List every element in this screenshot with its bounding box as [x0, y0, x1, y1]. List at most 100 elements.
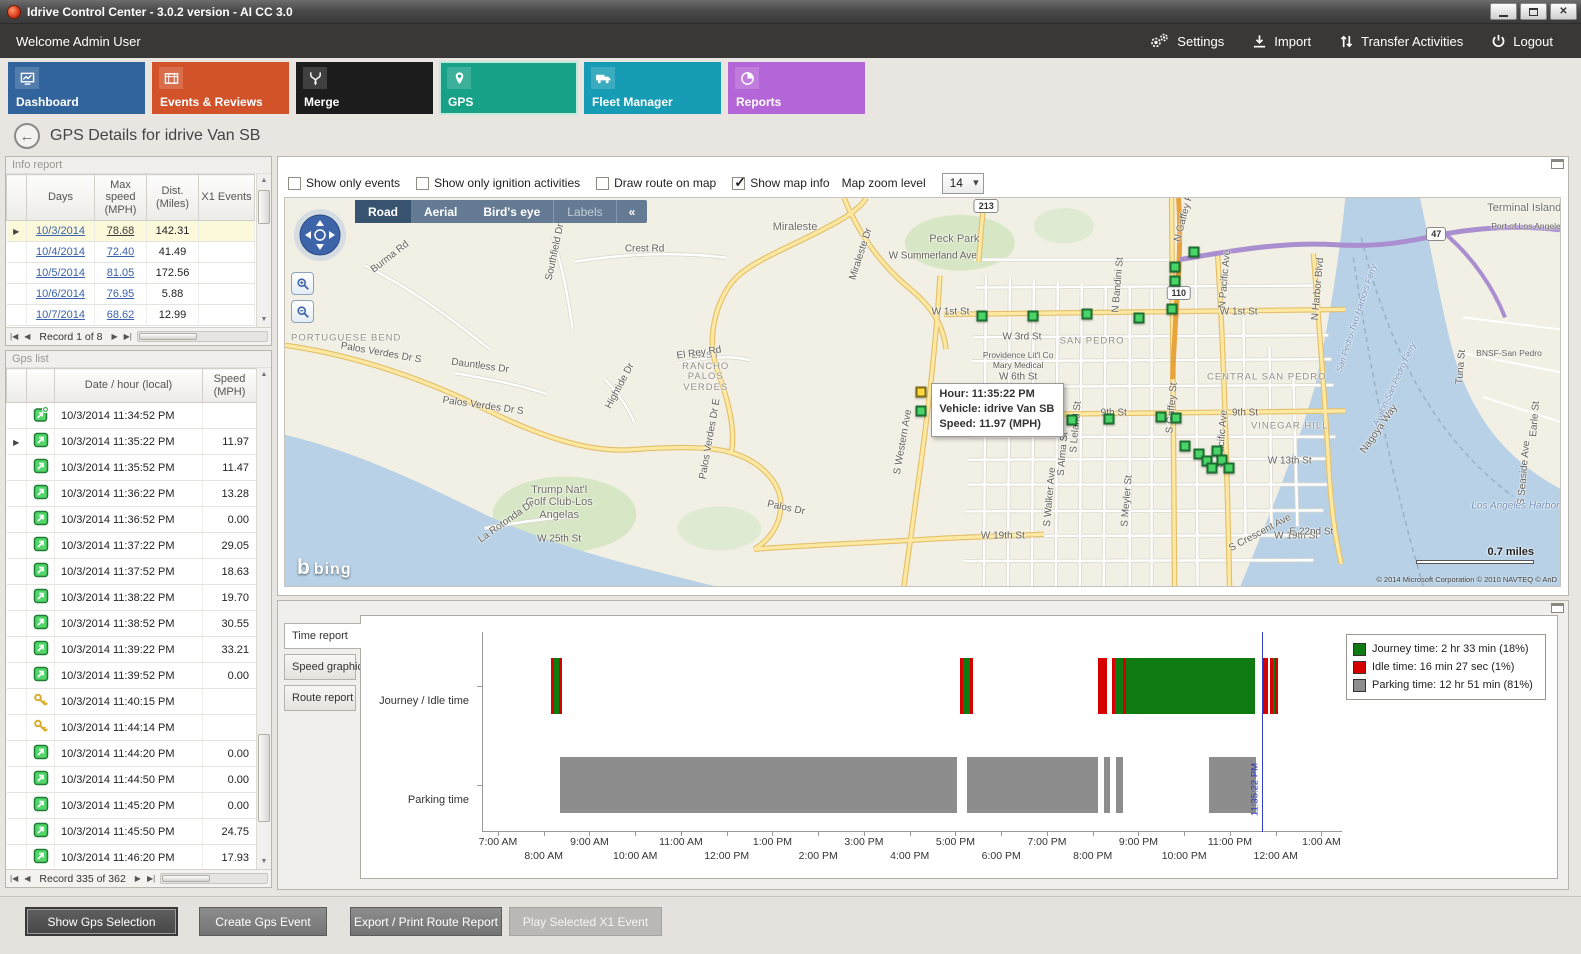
- checkbox-show-only-ignition-activities[interactable]: Show only ignition activities: [416, 176, 580, 190]
- table-row[interactable]: 10/5/201481.05172.56: [7, 263, 255, 284]
- pager-prev-button[interactable]: [23, 874, 31, 883]
- create-gps-event-button[interactable]: Create Gps Event: [199, 907, 327, 936]
- tab-speed-graphic[interactable]: Speed graphic: [284, 654, 356, 680]
- pager-first-button[interactable]: [9, 332, 19, 341]
- scroll-up-icon[interactable]: [257, 174, 271, 188]
- minimize-button[interactable]: [1490, 3, 1517, 20]
- table-row[interactable]: 10/3/2014 11:45:50 PM24.75: [7, 819, 257, 845]
- settings-button[interactable]: Settings: [1148, 32, 1224, 50]
- map-compass-control[interactable]: [293, 208, 347, 267]
- close-button[interactable]: [1550, 3, 1577, 20]
- gps-marker[interactable]: [1103, 413, 1114, 424]
- scroll-down-icon[interactable]: [257, 313, 271, 327]
- column-header-x1-events[interactable]: X1 Events: [199, 175, 255, 221]
- pager-first-button[interactable]: [9, 874, 19, 883]
- table-row[interactable]: 10/3/2014 11:39:52 PM0.00: [7, 663, 257, 689]
- gps-marker[interactable]: [1180, 440, 1191, 451]
- column-header-speed-mph[interactable]: Speed (MPH): [203, 369, 257, 403]
- gps-marker[interactable]: [1155, 411, 1166, 422]
- gps-marker[interactable]: [1081, 309, 1092, 320]
- logout-button[interactable]: Logout: [1491, 34, 1553, 49]
- gps-marker[interactable]: [1189, 246, 1200, 257]
- table-row[interactable]: 10/3/2014 11:37:52 PM18.63: [7, 559, 257, 585]
- table-row[interactable]: 10/7/201468.6212.99: [7, 305, 255, 326]
- maximize-button[interactable]: [1520, 3, 1547, 20]
- table-row[interactable]: 10/3/201478.68142.31: [7, 221, 255, 242]
- gps-marker[interactable]: [1223, 463, 1234, 474]
- gps-marker-selected[interactable]: [916, 387, 927, 398]
- table-row[interactable]: 10/3/2014 11:44:20 PM0.00: [7, 741, 257, 767]
- table-row[interactable]: 10/3/2014 11:38:22 PM19.70: [7, 585, 257, 611]
- table-row[interactable]: 10/3/2014 11:36:52 PM0.00: [7, 507, 257, 533]
- table-row[interactable]: 10/3/2014 11:35:52 PM11.47: [7, 455, 257, 481]
- export-print-route-report-button[interactable]: Export / Print Route Report: [350, 907, 502, 936]
- table-row[interactable]: 10/3/2014 11:44:50 PM0.00: [7, 767, 257, 793]
- max-speed-link[interactable]: 68.62: [107, 309, 135, 321]
- map-zoom-select[interactable]: 14: [942, 173, 984, 194]
- map-tabs-collapse-button[interactable]: «: [616, 200, 648, 223]
- scroll-down-icon[interactable]: [257, 855, 271, 869]
- table-row[interactable]: 10/4/201472.4041.49: [7, 242, 255, 263]
- checkbox-show-map-info[interactable]: Show map info: [732, 176, 829, 190]
- table-row[interactable]: 10/3/2014 11:38:52 PM30.55: [7, 611, 257, 637]
- gps-marker[interactable]: [916, 406, 927, 417]
- scrollbar-thumb[interactable]: [139, 333, 197, 340]
- table-row[interactable]: 10/3/2014 11:37:22 PM29.05: [7, 533, 257, 559]
- pager-prev-button[interactable]: [23, 332, 31, 341]
- map-zoom-out-button[interactable]: [291, 300, 314, 323]
- scrollbar-thumb[interactable]: [258, 734, 270, 822]
- table-row[interactable]: 10/3/2014 11:45:20 PM0.00: [7, 793, 257, 819]
- checkbox-draw-route-on-map[interactable]: Draw route on map: [596, 176, 716, 190]
- map-canvas[interactable]: MiralestePeck ParkW Summerland AveCrest …: [284, 197, 1561, 587]
- max-speed-link[interactable]: 78.68: [107, 225, 135, 237]
- column-header-dist-miles[interactable]: Dist. (Miles): [147, 175, 199, 221]
- day-link[interactable]: 10/6/2014: [36, 288, 85, 300]
- map-tab-road[interactable]: Road: [355, 200, 411, 223]
- max-speed-link[interactable]: 81.05: [107, 267, 135, 279]
- nav-tile-reports[interactable]: Reports: [728, 62, 865, 114]
- table-row[interactable]: 10/3/2014 11:46:20 PM17.93: [7, 845, 257, 871]
- table-row[interactable]: 10/6/201476.955.88: [7, 284, 255, 305]
- transfer-button[interactable]: Transfer Activities: [1339, 34, 1463, 49]
- gps-marker[interactable]: [1167, 304, 1178, 315]
- scrollbar-thumb[interactable]: [258, 190, 270, 224]
- scrollbar-thumb[interactable]: [162, 875, 210, 882]
- column-header-days[interactable]: Days: [27, 175, 95, 221]
- info-report-vscrollbar[interactable]: [256, 174, 271, 327]
- pager-next-button[interactable]: [134, 874, 142, 883]
- map-tab-labels[interactable]: Labels: [553, 200, 615, 223]
- checkbox-show-only-events[interactable]: Show only events: [288, 176, 400, 190]
- map-panel-collapse-button[interactable]: [1551, 159, 1564, 169]
- tab-route-report[interactable]: Route report: [284, 685, 356, 711]
- max-speed-link[interactable]: 72.40: [107, 246, 135, 258]
- table-row[interactable]: 10/3/2014 11:35:22 PM11.97: [7, 429, 257, 455]
- nav-tile-fleet[interactable]: Fleet Manager: [584, 62, 721, 114]
- max-speed-link[interactable]: 76.95: [107, 288, 135, 300]
- table-row[interactable]: 10/3/2014 11:34:52 PM: [7, 403, 257, 429]
- pager-last-button[interactable]: [146, 874, 156, 883]
- map-tab-bird-s-eye[interactable]: Bird's eye: [470, 200, 553, 223]
- time-cursor-line[interactable]: [1262, 632, 1263, 832]
- gps-marker[interactable]: [1169, 276, 1180, 287]
- nav-tile-merge[interactable]: Merge: [296, 62, 433, 114]
- import-button[interactable]: Import: [1252, 34, 1311, 49]
- gps-marker[interactable]: [977, 311, 988, 322]
- day-link[interactable]: 10/3/2014: [36, 225, 85, 237]
- gps-marker[interactable]: [1066, 414, 1077, 425]
- back-button[interactable]: [14, 123, 40, 149]
- table-row[interactable]: 10/3/2014 11:39:22 PM33.21: [7, 637, 257, 663]
- gps-marker[interactable]: [1028, 311, 1039, 322]
- day-link[interactable]: 10/5/2014: [36, 267, 85, 279]
- column-header-date-hour-local[interactable]: Date / hour (local): [55, 369, 203, 403]
- nav-tile-events[interactable]: Events & Reviews: [152, 62, 289, 114]
- table-row[interactable]: 10/3/2014 11:40:15 PM: [7, 689, 257, 715]
- column-header-max-speed-mph[interactable]: Max speed (MPH): [95, 175, 147, 221]
- map-zoom-in-button[interactable]: [291, 272, 314, 295]
- pager-last-button[interactable]: [123, 332, 133, 341]
- pager-next-button[interactable]: [110, 332, 118, 341]
- gps-marker[interactable]: [1169, 262, 1180, 273]
- chart-panel-collapse-button[interactable]: [1551, 603, 1564, 613]
- day-link[interactable]: 10/4/2014: [36, 246, 85, 258]
- gps-marker[interactable]: [1134, 312, 1145, 323]
- show-gps-selection-button[interactable]: Show Gps Selection: [25, 907, 178, 936]
